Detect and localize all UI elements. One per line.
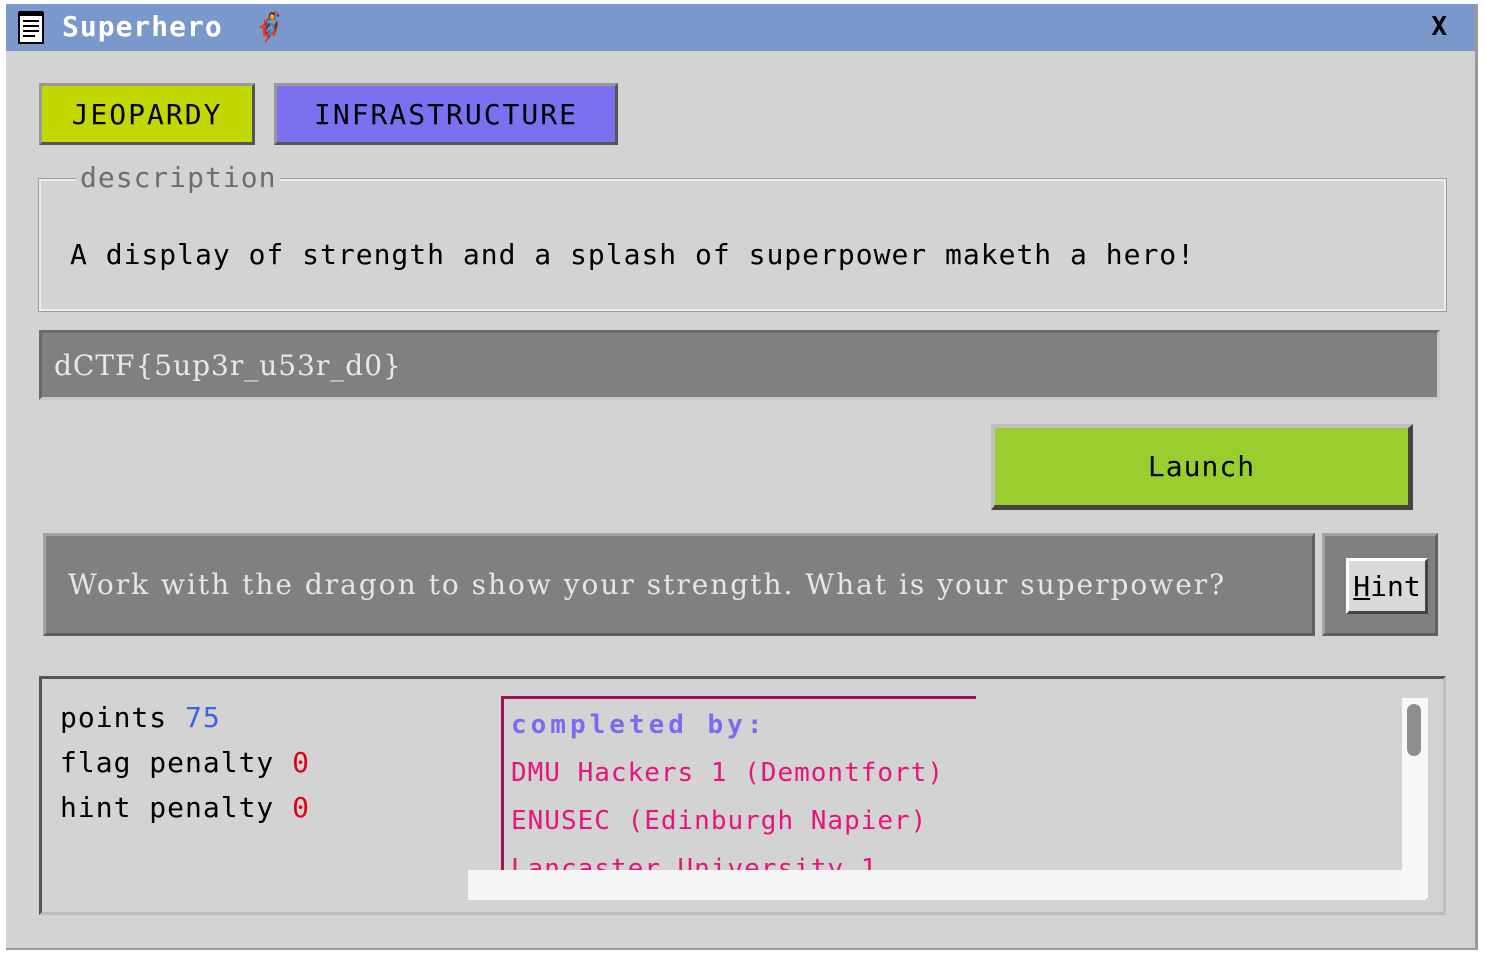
flag-penalty-row: flag penalty 0: [60, 746, 310, 779]
close-button[interactable]: X: [1431, 10, 1447, 44]
title-bar[interactable]: Superhero 🦸‍♀️ X: [6, 4, 1475, 51]
completed-title: completed by:: [511, 710, 767, 740]
hint-button-label: int: [1370, 569, 1421, 603]
completed-border-top: [501, 696, 976, 699]
completed-by-list[interactable]: completed by: DMU Hackers 1 (Demontfort)…: [501, 696, 1426, 896]
points-value: 75: [185, 701, 221, 734]
flag-penalty-label: flag penalty: [60, 746, 275, 779]
category-tag: JEOPARDY: [39, 83, 255, 145]
description-text: A display of strength and a splash of su…: [70, 238, 1196, 271]
scrollbar-thumb[interactable]: [1407, 704, 1421, 756]
horizontal-scrollbar[interactable]: [468, 870, 1426, 900]
hint-penalty-row: hint penalty 0: [60, 791, 310, 824]
hint-button-mnemonic: H: [1353, 569, 1371, 603]
points-label: points: [60, 701, 168, 734]
list-item: DMU Hackers 1 (Demontfort): [511, 758, 944, 788]
points-row: points 75: [60, 701, 221, 734]
hint-penalty-label: hint penalty: [60, 791, 275, 824]
completed-border-left: [501, 696, 504, 896]
hint-question-text: Work with the dragon to show your streng…: [43, 533, 1315, 636]
description-legend: description: [76, 161, 281, 194]
launch-button[interactable]: Launch: [991, 424, 1413, 510]
superhero-icon: 🦸‍♀️: [252, 10, 287, 43]
window-title: Superhero: [62, 10, 223, 43]
flag-penalty-value: 0: [292, 746, 311, 779]
hint-button[interactable]: Hint: [1346, 558, 1428, 614]
list-item: ENUSEC (Edinburgh Napier): [511, 806, 928, 836]
flag-field[interactable]: dCTF{5up3r_u53r_d0}: [39, 330, 1440, 400]
hint-penalty-value: 0: [292, 791, 311, 824]
type-tag: INFRASTRUCTURE: [274, 83, 618, 145]
vertical-scrollbar[interactable]: [1402, 698, 1428, 898]
challenge-window: Superhero 🦸‍♀️ X JEOPARDY INFRASTRUCTURE…: [6, 4, 1478, 950]
notepad-icon: [18, 11, 44, 44]
